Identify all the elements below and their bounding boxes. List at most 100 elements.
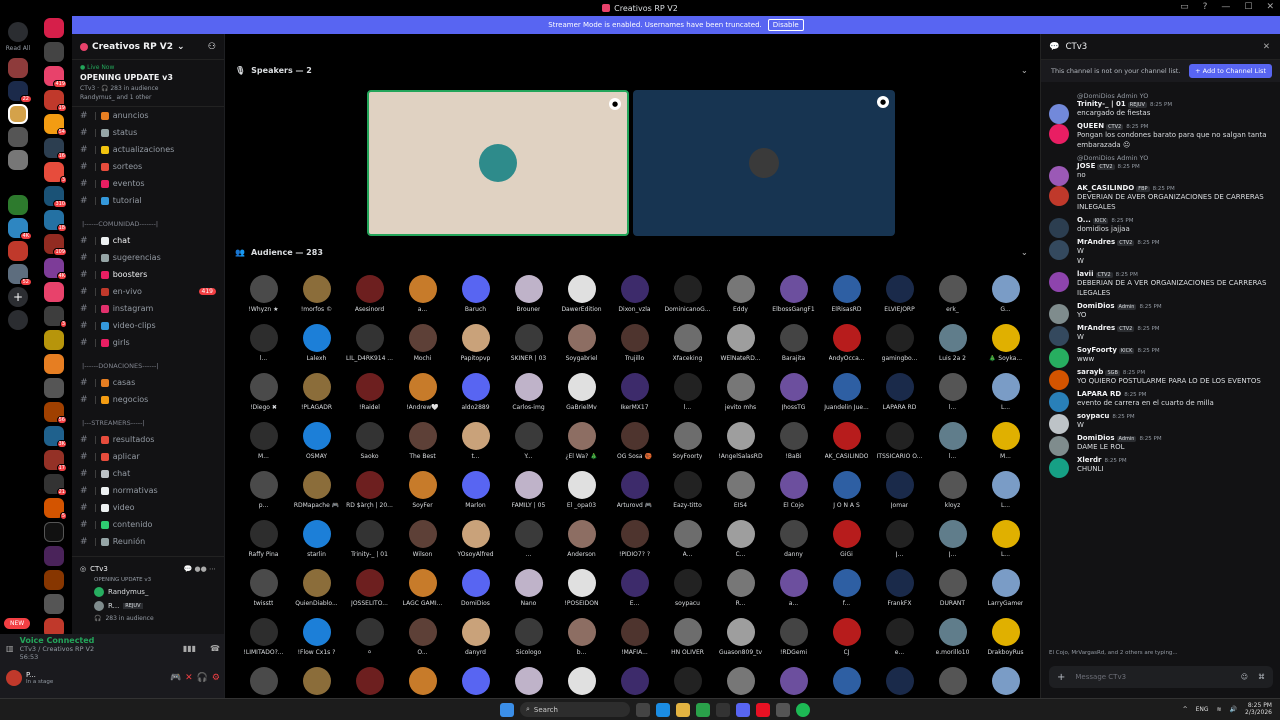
add-server-icon[interactable]: + (8, 287, 28, 307)
audience-member[interactable]: L... (979, 471, 1032, 520)
audience-member[interactable]: Marlon (449, 471, 502, 520)
audience-member[interactable]: DomiDios (449, 569, 502, 618)
chat-message[interactable]: Xlerdr 8:25 PM CHUNLI (1041, 454, 1280, 478)
chat-message[interactable]: lavii CTV2 8:25 PM DEBERIAN DE A VER ORGANI… (1041, 268, 1280, 300)
message-author[interactable]: SoyFoorty (1077, 346, 1117, 354)
channel-item[interactable]: # | tutorial (72, 192, 224, 209)
chat-message[interactable]: MrAndres CTV2 8:25 PM W (1041, 322, 1280, 346)
audience-header[interactable]: 👥 Audience — 283 ⌄ (235, 248, 1028, 257)
minimize-icon[interactable]: — (1221, 2, 1230, 12)
server-icon[interactable] (8, 241, 28, 261)
audience-member[interactable]: ... (502, 520, 555, 569)
task-view-icon[interactable] (636, 702, 650, 717)
audience-member[interactable]: Soygabriel (555, 324, 608, 373)
avatar[interactable] (1049, 414, 1069, 434)
server-icon[interactable]: 54 (44, 114, 67, 136)
speakers-header[interactable]: 🎙 Speakers — 2 ⌄ (235, 66, 1028, 75)
noise-icon[interactable]: ▮▮▮ (183, 644, 196, 653)
server-icon[interactable]: 3 (44, 162, 67, 184)
avatar[interactable] (1049, 348, 1069, 368)
channel-item[interactable]: # | casas (72, 374, 224, 391)
server-icon[interactable] (44, 354, 64, 374)
taskbar-search[interactable]: ⌕ Search (520, 702, 630, 717)
audience-member[interactable]: LIL_D4RK914 ... (343, 324, 396, 373)
server-icon[interactable] (44, 282, 64, 302)
message-author[interactable]: lavii (1077, 270, 1094, 278)
server-icon[interactable]: 56 (44, 402, 67, 424)
channel-item[interactable]: # | girls (72, 334, 224, 351)
audience-member[interactable]: ⚪ (343, 618, 396, 667)
audience-member[interactable]: OG Sosa 🏀 (608, 422, 661, 471)
audience-member[interactable]: erk_ (926, 275, 979, 324)
chat-message[interactable]: sarayb SGB 8:25 PM YO QUIERO POSTULARME PAR… (1041, 366, 1280, 390)
avatar[interactable] (1049, 124, 1069, 144)
audience-member[interactable]: e.morillo10 (926, 618, 979, 667)
channel-item[interactable]: # | chat (72, 465, 224, 482)
audience-member[interactable]: Sicologo (502, 618, 555, 667)
avatar[interactable] (1049, 240, 1069, 260)
channel-item[interactable]: # | instagram (72, 300, 224, 317)
audience-member[interactable]: Trujillo (608, 324, 661, 373)
channel-item[interactable]: # | normativas (72, 482, 224, 499)
game-icon[interactable]: 🎮 (170, 673, 181, 683)
chat-message[interactable]: DomiDios Admin 8:25 PM DAME LE ROL (1041, 432, 1280, 456)
channel-item[interactable]: # | status (72, 124, 224, 141)
audience-member[interactable]: Trinity-_ | 01 (343, 520, 396, 569)
chat-message[interactable]: SoyFoorty KICK 8:25 PM www (1041, 344, 1280, 368)
audience-member[interactable]: Brouner (502, 275, 555, 324)
audience-member[interactable]: l... (926, 373, 979, 422)
audience-member[interactable]: Saoko (343, 422, 396, 471)
message-author[interactable]: O... (1077, 216, 1091, 224)
audience-member[interactable]: !PLAGADR (290, 373, 343, 422)
server-icon[interactable]: 16 (44, 138, 67, 160)
server-icon[interactable]: 4K (8, 218, 32, 240)
server-icon[interactable] (44, 522, 64, 542)
channel-item[interactable]: # | Reunión (72, 533, 224, 550)
chat-message[interactable]: soypacu 8:25 PM W (1041, 410, 1280, 434)
audience-member[interactable]: !Flow Cx1s ? (290, 618, 343, 667)
server-icon[interactable] (44, 594, 64, 614)
server-icon[interactable] (44, 378, 64, 398)
audience-member[interactable]: Raffy Pina (237, 520, 290, 569)
edge-icon[interactable] (656, 702, 670, 717)
audience-member[interactable]: GaBrielMv (555, 373, 608, 422)
audience-member[interactable]: aldo2889 (449, 373, 502, 422)
settings-icon[interactable]: ⚙ (212, 673, 220, 683)
audience-member[interactable]: 🎄 Soyka... (979, 324, 1032, 373)
channel-item[interactable]: # | sugerencias (72, 249, 224, 266)
audience-member[interactable]: DrakboyRus (979, 618, 1032, 667)
message-author[interactable]: Xlerdr (1077, 456, 1101, 464)
audience-member[interactable]: ELVIEJORP (873, 275, 926, 324)
audience-member[interactable]: Nano (502, 569, 555, 618)
audience-member[interactable]: DominicanoG... (661, 275, 714, 324)
app-icon[interactable] (776, 702, 790, 717)
apps-icon[interactable]: ⌘ (1258, 673, 1265, 681)
new-pill[interactable]: NEW (4, 618, 31, 629)
server-icon[interactable] (44, 330, 64, 350)
audience-member[interactable]: f... (820, 569, 873, 618)
avatar[interactable] (1049, 186, 1069, 206)
server-icon[interactable]: 5 (44, 498, 67, 520)
audience-member[interactable]: Carlos-img (502, 373, 555, 422)
message-author[interactable]: AK_CASILINDO (1077, 184, 1134, 192)
server-icon[interactable]: 3K (44, 426, 67, 448)
audience-member[interactable]: Dixon_vzla (608, 275, 661, 324)
audience-member[interactable]: !Raidel (343, 373, 396, 422)
audience-member[interactable]: Juandelin Jue... (820, 373, 873, 422)
audience-member[interactable]: C... (714, 520, 767, 569)
audience-member[interactable]: Papitopvp (449, 324, 502, 373)
audience-member[interactable]: SoyFer (396, 471, 449, 520)
message-author[interactable]: DomiDios (1077, 434, 1115, 442)
audience-member[interactable]: e... (873, 618, 926, 667)
audience-member[interactable]: b... (555, 618, 608, 667)
server-icon[interactable] (8, 58, 28, 78)
message-author[interactable]: DomiDios (1077, 302, 1115, 310)
audience-member[interactable]: E... (608, 569, 661, 618)
audience-member[interactable]: HN OLIVER (661, 618, 714, 667)
message-author[interactable]: MrAndres (1077, 324, 1115, 332)
headphone-icon[interactable]: 🎧 (197, 673, 208, 683)
help-icon[interactable]: ? (1203, 2, 1208, 12)
channel-item[interactable]: # | video-clips (72, 317, 224, 334)
audience-member[interactable]: starlin (290, 520, 343, 569)
chrome-icon[interactable] (696, 702, 710, 717)
